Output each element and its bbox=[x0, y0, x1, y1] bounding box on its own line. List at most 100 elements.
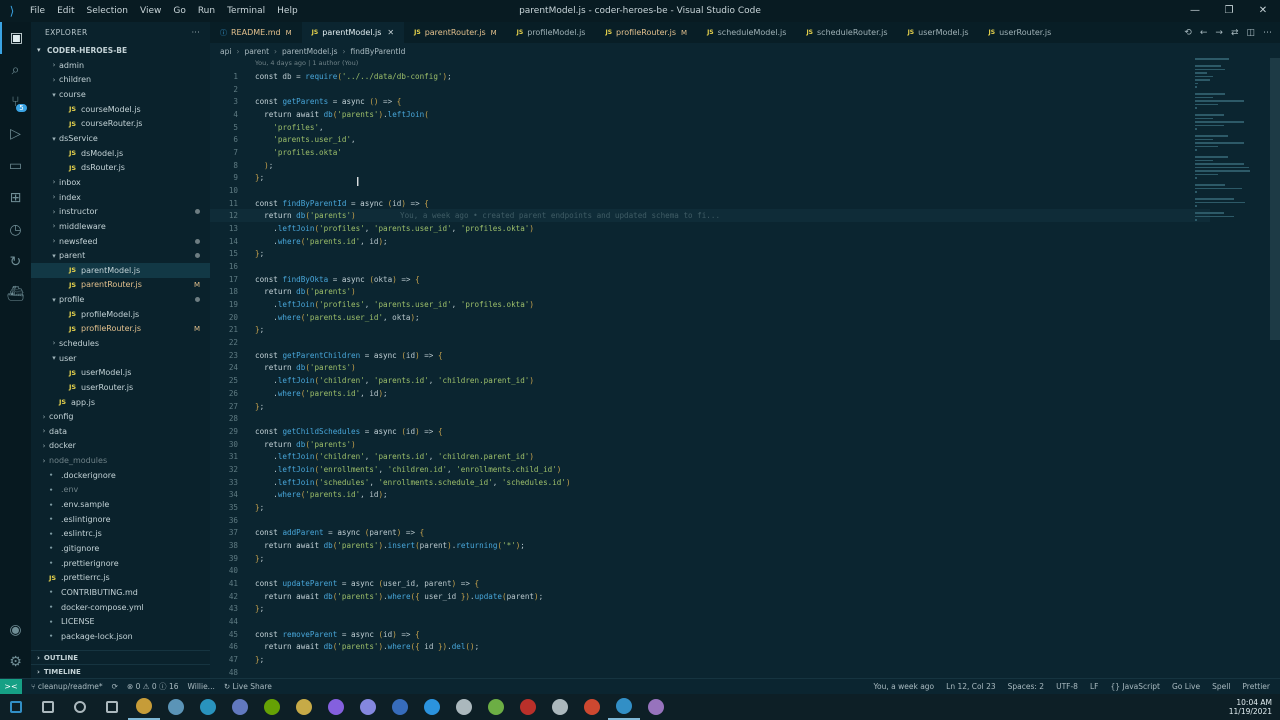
code-line[interactable]: 13 .leftJoin('profiles', 'parents.user_i… bbox=[210, 222, 1210, 235]
account-icon[interactable]: ◉ bbox=[0, 614, 31, 646]
code-line[interactable]: 11 const findByParentId = async (id) => { bbox=[210, 197, 1210, 210]
steam-icon[interactable] bbox=[160, 694, 192, 720]
menu-item-view[interactable]: View bbox=[134, 0, 167, 22]
close-tab-icon[interactable]: ✕ bbox=[387, 28, 394, 37]
code-line[interactable]: 39}; bbox=[210, 552, 1210, 565]
workspace-root[interactable]: ▾ CODER-HEROES-BE bbox=[31, 42, 210, 58]
code-line[interactable]: 16 bbox=[210, 260, 1210, 273]
code-line[interactable]: 48 bbox=[210, 666, 1210, 679]
tab-parentmodel-js[interactable]: JS parentModel.js ✕ bbox=[301, 22, 405, 43]
code-line[interactable]: 44 bbox=[210, 615, 1210, 628]
premiere-icon[interactable] bbox=[320, 694, 352, 720]
settings-gear-icon[interactable]: ⚙ bbox=[0, 646, 31, 678]
status-item[interactable]: Ln 12, Col 23 bbox=[946, 682, 995, 691]
sandbox-icon[interactable] bbox=[544, 694, 576, 720]
github-desktop-icon[interactable] bbox=[640, 694, 672, 720]
breadcrumb-item[interactable]: parent bbox=[244, 47, 269, 56]
code-line[interactable]: 8 ); bbox=[210, 159, 1210, 172]
minimap[interactable] bbox=[1195, 58, 1255, 221]
paint-icon[interactable] bbox=[448, 694, 480, 720]
tree-folder[interactable]: › docker bbox=[31, 439, 210, 454]
tree-folder[interactable]: › schedules bbox=[31, 336, 210, 351]
code-line[interactable]: 45 const removeParent = async (id) => { bbox=[210, 628, 1210, 641]
breadcrumb-item[interactable]: findByParentId bbox=[351, 47, 406, 56]
tree-file[interactable]: • .env.sample bbox=[31, 497, 210, 512]
tree-folder[interactable]: ▾ profile bbox=[31, 292, 210, 307]
greenshot-icon[interactable] bbox=[480, 694, 512, 720]
tree-file[interactable]: JS courseModel.js bbox=[31, 102, 210, 117]
tree-folder[interactable]: › children bbox=[31, 73, 210, 88]
youtube-studio-icon[interactable] bbox=[512, 694, 544, 720]
tree-file[interactable]: JS courseRouter.js bbox=[31, 117, 210, 132]
user-indicator[interactable]: Willie... bbox=[187, 682, 214, 691]
search-icon[interactable] bbox=[32, 694, 64, 720]
tab-schedulerouter-js[interactable]: JS scheduleRouter.js bbox=[796, 22, 897, 43]
code-line[interactable]: 2 bbox=[210, 83, 1210, 96]
run-debug-icon[interactable]: ▷ bbox=[0, 118, 31, 150]
outline-section[interactable]: › OUTLINE bbox=[31, 650, 210, 664]
tree-folder[interactable]: › index bbox=[31, 190, 210, 205]
tree-file[interactable]: • .eslintignore bbox=[31, 512, 210, 527]
chrome-icon[interactable] bbox=[128, 694, 160, 720]
tree-file[interactable]: JS profileModel.js bbox=[31, 307, 210, 322]
tab-profilerouter-js[interactable]: JS profileRouter.js M bbox=[595, 22, 697, 43]
search-icon[interactable]: ⌕ bbox=[0, 54, 31, 86]
timeline-section[interactable]: › TIMELINE bbox=[31, 664, 210, 678]
tree-file[interactable]: JS parentRouter.js M bbox=[31, 278, 210, 293]
more-actions-icon[interactable]: ··· bbox=[192, 28, 200, 37]
code-line[interactable]: 9}; bbox=[210, 171, 1210, 184]
code-line[interactable]: 43}; bbox=[210, 603, 1210, 616]
media-encoder-icon[interactable] bbox=[384, 694, 416, 720]
tree-file[interactable]: JS userModel.js bbox=[31, 365, 210, 380]
maximize-icon[interactable]: ❐ bbox=[1212, 0, 1246, 22]
discord-icon[interactable] bbox=[224, 694, 256, 720]
tree-folder[interactable]: ▾ user bbox=[31, 351, 210, 366]
code-line[interactable]: 22 bbox=[210, 336, 1210, 349]
close-icon[interactable]: ✕ bbox=[1246, 0, 1280, 22]
code-line[interactable]: 26 .where('parents.id', id); bbox=[210, 387, 1210, 400]
menu-item-terminal[interactable]: Terminal bbox=[221, 0, 271, 22]
tree-folder[interactable]: ▾ course bbox=[31, 87, 210, 102]
edge-icon[interactable] bbox=[192, 694, 224, 720]
explorer-icon[interactable]: ▣ bbox=[0, 22, 31, 54]
code-line[interactable]: 17 const findByOkta = async (okta) => { bbox=[210, 273, 1210, 286]
code-line[interactable]: 42 return await db('parents').where({ us… bbox=[210, 590, 1210, 603]
tree-folder[interactable]: › middleware bbox=[31, 219, 210, 234]
docker-icon[interactable]: ⛴ bbox=[0, 278, 31, 310]
tab-userrouter-js[interactable]: JS userRouter.js bbox=[979, 22, 1062, 43]
code-line[interactable]: 46 return await db('parents').where({ id… bbox=[210, 641, 1210, 654]
tree-file[interactable]: • .dockerignore bbox=[31, 468, 210, 483]
code-line[interactable]: 25 .leftJoin('children', 'parents.id', '… bbox=[210, 374, 1210, 387]
cortana-icon[interactable] bbox=[64, 694, 96, 720]
tree-folder[interactable]: › config bbox=[31, 409, 210, 424]
nvidia-icon[interactable] bbox=[256, 694, 288, 720]
menu-item-file[interactable]: File bbox=[24, 0, 51, 22]
status-item[interactable]: Prettier bbox=[1242, 682, 1270, 691]
code-line[interactable]: 12 return db('parents') You, a week ago •… bbox=[210, 209, 1210, 223]
status-item[interactable]: Go Live bbox=[1172, 682, 1200, 691]
code-line[interactable]: 35}; bbox=[210, 501, 1210, 514]
tree-folder[interactable]: ▾ parent bbox=[31, 248, 210, 263]
status-item[interactable]: {} JavaScript bbox=[1110, 682, 1160, 691]
after-effects-icon[interactable] bbox=[352, 694, 384, 720]
code-line[interactable]: 18 return db('parents') bbox=[210, 286, 1210, 299]
menu-item-go[interactable]: Go bbox=[167, 0, 191, 22]
photoshop-icon[interactable] bbox=[416, 694, 448, 720]
live-share-icon[interactable]: ↻ bbox=[0, 246, 31, 278]
tree-file[interactable]: • .eslintrc.js bbox=[31, 527, 210, 542]
remote-explorer-icon[interactable]: ▭ bbox=[0, 150, 31, 182]
status-item[interactable]: Spell bbox=[1212, 682, 1230, 691]
tree-file[interactable]: • .prettierignore bbox=[31, 556, 210, 571]
code-line[interactable]: 47}; bbox=[210, 653, 1210, 666]
code-line[interactable]: 1 const db = require('../../data/db-confi… bbox=[210, 70, 1210, 83]
tree-file[interactable]: • .gitignore bbox=[31, 541, 210, 556]
status-item[interactable]: LF bbox=[1090, 682, 1099, 691]
code-line[interactable]: 36 bbox=[210, 514, 1210, 527]
breadcrumb-item[interactable]: parentModel.js bbox=[282, 47, 337, 56]
code-line[interactable]: 7 'profiles.okta' bbox=[210, 146, 1210, 159]
tree-file[interactable]: JS userRouter.js bbox=[31, 380, 210, 395]
tree-folder[interactable]: › node_modules bbox=[31, 453, 210, 468]
tab-readme-md[interactable]: ⓘ README.md M bbox=[210, 22, 302, 43]
code-line[interactable]: 15}; bbox=[210, 248, 1210, 261]
tree-file[interactable]: • docker-compose.yml bbox=[31, 600, 210, 615]
